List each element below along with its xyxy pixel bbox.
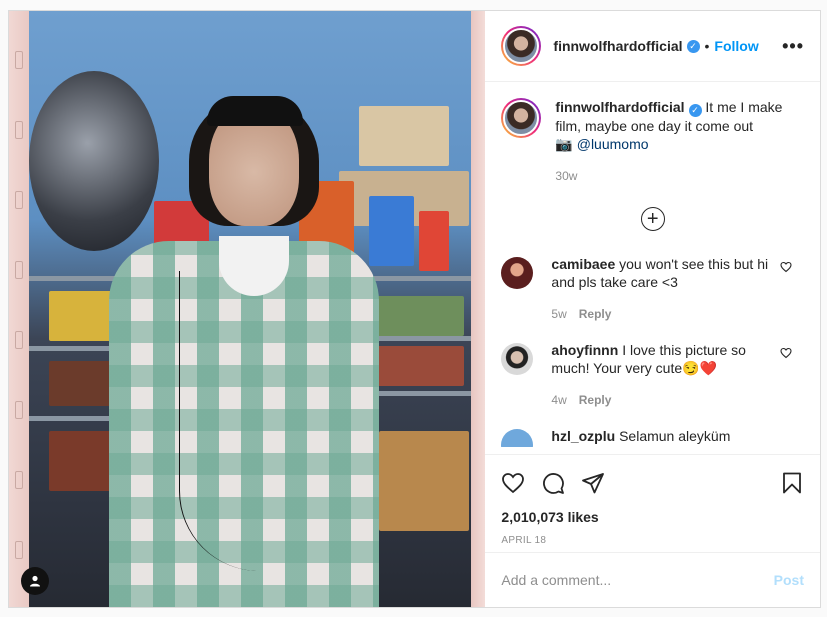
- film-border-right: [471, 11, 486, 607]
- avatar[interactable]: [501, 26, 542, 66]
- post-header: finnwolfhardofficial ✓ • Follow •••: [485, 11, 820, 82]
- caption-time[interactable]: 30w: [555, 167, 804, 185]
- list-item: ahoyfinnn I love this picture so much! Y…: [501, 341, 804, 409]
- security-mirror: [29, 71, 159, 251]
- likes-count[interactable]: 2,010,073 likes: [501, 509, 804, 525]
- tagged-users-button[interactable]: [21, 567, 49, 595]
- caption: finnwolfhardofficial ✓ It me I make film,…: [501, 98, 804, 185]
- heart-icon[interactable]: [780, 261, 792, 273]
- header-separator: •: [704, 38, 710, 54]
- reply-button[interactable]: Reply: [579, 307, 612, 321]
- share-icon[interactable]: [581, 471, 605, 495]
- camera-icon: 📷: [555, 135, 573, 152]
- film-border-left: [9, 11, 29, 607]
- caption-avatar[interactable]: [501, 98, 542, 138]
- post-photo[interactable]: [9, 11, 486, 607]
- comment-username[interactable]: ahoyfinnn: [551, 342, 618, 358]
- more-icon[interactable]: •••: [782, 36, 804, 57]
- header-username[interactable]: finnwolfhardofficial: [553, 38, 682, 54]
- follow-button[interactable]: Follow: [714, 38, 758, 54]
- caption-username[interactable]: finnwolfhardofficial: [555, 99, 684, 115]
- comment-text: Selamun aleyküm: [619, 427, 731, 444]
- caption-mention[interactable]: @luumomo: [577, 136, 649, 152]
- bookmark-icon[interactable]: [780, 471, 804, 495]
- list-item: camibaee you won't see this but hi and p…: [501, 255, 804, 323]
- comment-icon[interactable]: [541, 471, 565, 495]
- comment-time[interactable]: 5w: [551, 307, 566, 321]
- comments-section[interactable]: finnwolfhardofficial ✓ It me I make film,…: [485, 82, 820, 454]
- comment-avatar[interactable]: [501, 256, 534, 289]
- comment-username[interactable]: hzl_ozplu: [551, 428, 615, 444]
- user-icon: [30, 575, 40, 587]
- heart-icon[interactable]: [501, 471, 525, 495]
- list-item: hzl_ozplu Selamun aleyküm: [501, 427, 804, 447]
- photo-scene: [29, 11, 472, 607]
- heart-icon[interactable]: [780, 347, 792, 359]
- post-actions: 2,010,073 likes APRIL 18: [485, 454, 820, 552]
- comment-input[interactable]: [501, 572, 774, 588]
- verified-icon: ✓: [686, 39, 700, 53]
- reply-button[interactable]: Reply: [579, 393, 612, 407]
- verified-icon: ✓: [688, 103, 702, 117]
- add-circle-icon[interactable]: +: [640, 206, 665, 231]
- comment-time[interactable]: 4w: [551, 393, 566, 407]
- comment-username[interactable]: camibaee: [551, 256, 615, 272]
- comment-avatar[interactable]: [501, 428, 534, 447]
- post-button[interactable]: Post: [774, 572, 804, 588]
- add-comment-bar: Post: [485, 552, 820, 607]
- post-date[interactable]: APRIL 18: [501, 535, 804, 546]
- post-side-panel: finnwolfhardofficial ✓ • Follow ••• finn…: [485, 11, 820, 607]
- load-more-comments: +: [501, 206, 804, 231]
- post-card: finnwolfhardofficial ✓ • Follow ••• finn…: [8, 10, 821, 608]
- comment-avatar[interactable]: [501, 342, 534, 375]
